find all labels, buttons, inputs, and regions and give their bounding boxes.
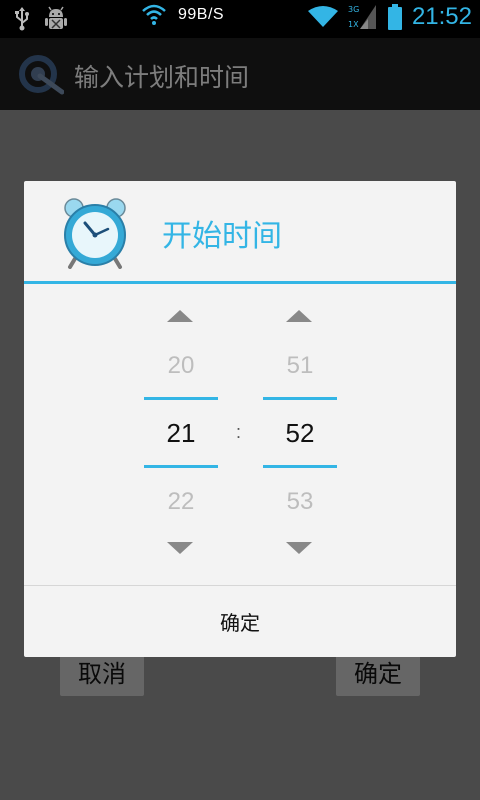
dialog-title-divider [24, 281, 456, 284]
minute-prev-value[interactable]: 51 [263, 352, 337, 380]
hour-selection-top-line [144, 397, 218, 400]
minute-selection-top-line [263, 397, 337, 400]
minute-selection-bottom-line [263, 465, 337, 468]
android-debug-icon [45, 6, 67, 29]
status-icons-left [14, 6, 68, 32]
alarm-clock-icon [64, 198, 126, 269]
minute-picker[interactable]: 51 52 53 [263, 284, 337, 584]
battery-icon [387, 4, 402, 30]
hour-prev-value[interactable]: 20 [144, 352, 218, 380]
dialog-title: 开始时间 [162, 219, 282, 254]
time-picker-dialog: 开始时间 20 21 22 : 51 52 53 确定 [24, 181, 456, 657]
network-speed: 99B/S [178, 6, 225, 23]
status-icons-right: 3G 1X 21:52 [307, 3, 472, 31]
dialog-header: 开始时间 [24, 181, 456, 281]
hour-current-value[interactable]: 21 [144, 418, 218, 449]
svg-text:3G: 3G [348, 5, 359, 14]
hour-next-value[interactable]: 22 [144, 488, 218, 516]
wifi-signal-icon [307, 6, 338, 27]
hour-selection-bottom-line [144, 465, 218, 468]
signal-3g-1x-icon: 3G 1X [348, 5, 376, 29]
hour-decrement-arrow-icon[interactable] [167, 542, 193, 554]
minute-current-value[interactable]: 52 [263, 418, 337, 449]
minute-next-value[interactable]: 53 [263, 488, 337, 516]
usb-icon [15, 7, 29, 31]
dialog-ok-button[interactable]: 确定 [24, 586, 456, 657]
minute-decrement-arrow-icon[interactable] [286, 542, 312, 554]
time-separator: : [236, 422, 242, 442]
status-bar: 99B/S 3G 1X 21:52 [0, 0, 480, 38]
wifi-icon [142, 4, 166, 25]
svg-text:1X: 1X [348, 20, 359, 29]
hour-increment-arrow-icon[interactable] [167, 310, 193, 322]
clock-time: 21:52 [411, 3, 472, 30]
minute-increment-arrow-icon[interactable] [286, 310, 312, 322]
status-center: 99B/S [142, 4, 224, 26]
hour-picker[interactable]: 20 21 22 [144, 284, 218, 584]
